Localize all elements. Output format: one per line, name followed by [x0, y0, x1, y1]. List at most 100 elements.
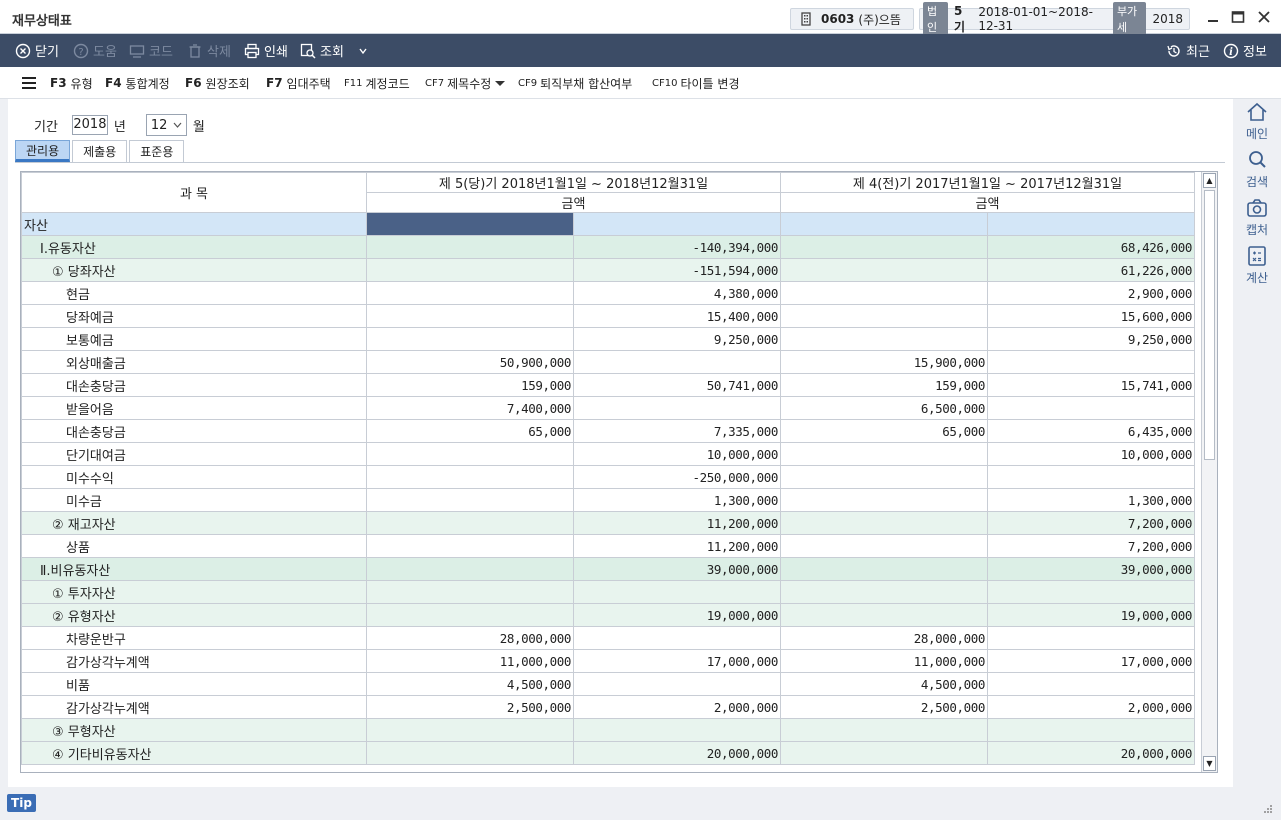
current-detail-cell[interactable]	[366, 557, 574, 581]
prior-detail-cell[interactable]: 11,000,000	[780, 649, 988, 673]
prior-detail-cell[interactable]: 159,000	[780, 373, 988, 397]
table-row[interactable]: ① 당좌자산 -151,594,000 61,226,000	[21, 258, 1195, 282]
f3-type-button[interactable]: F3 유형	[50, 67, 93, 99]
current-detail-cell[interactable]: 50,900,000	[366, 350, 574, 374]
balance-sheet-grid[interactable]: 과 목 제 5(당)기 2018년1월1일 ~ 2018년12월31일 제 4(…	[20, 171, 1218, 773]
current-amount-cell[interactable]: 10,000,000	[573, 442, 781, 466]
prior-detail-cell[interactable]	[780, 718, 988, 742]
current-detail-cell[interactable]	[366, 741, 574, 765]
prior-detail-cell[interactable]	[780, 327, 988, 351]
row-name-cell[interactable]: 대손충당금	[21, 419, 367, 443]
month-select[interactable]: 12	[145, 114, 187, 136]
tab-management[interactable]: 관리용	[15, 140, 71, 162]
table-row[interactable]: 받을어음 7,400,000 6,500,000	[21, 396, 1195, 420]
table-row[interactable]: 현금 4,380,000 2,900,000	[21, 281, 1195, 305]
current-amount-cell[interactable]: 39,000,000	[573, 557, 781, 581]
current-amount-cell[interactable]: 19,000,000	[573, 603, 781, 627]
current-amount-cell[interactable]: 11,200,000	[573, 534, 781, 558]
delete-button[interactable]: 삭제	[187, 34, 231, 67]
prior-amount-cell[interactable]	[987, 718, 1195, 742]
prior-detail-cell[interactable]: 15,900,000	[780, 350, 988, 374]
current-amount-cell[interactable]: 50,741,000	[573, 373, 781, 397]
table-row[interactable]: ① 투자자산	[21, 580, 1195, 604]
prior-amount-cell[interactable]	[987, 626, 1195, 650]
recent-button[interactable]: 최근	[1166, 34, 1210, 67]
prior-detail-cell[interactable]	[780, 442, 988, 466]
row-name-cell[interactable]: ① 당좌자산	[21, 258, 367, 282]
prior-amount-cell[interactable]: 10,000,000	[987, 442, 1195, 466]
prior-amount-cell[interactable]: 2,900,000	[987, 281, 1195, 305]
current-detail-cell[interactable]	[366, 281, 574, 305]
table-row[interactable]: 외상매출금 50,900,000 15,900,000	[21, 350, 1195, 374]
current-amount-cell[interactable]	[573, 350, 781, 374]
f4-integrated-account-button[interactable]: F4 통합계정	[105, 67, 170, 99]
tip-button[interactable]: Tip	[7, 794, 36, 812]
row-name-cell[interactable]: 당좌예금	[21, 304, 367, 328]
row-name-cell[interactable]: 받을어음	[21, 396, 367, 420]
row-name-cell[interactable]: 자산	[21, 212, 367, 236]
row-name-cell[interactable]: ② 유형자산	[21, 603, 367, 627]
vertical-scrollbar[interactable]: ▲ ▼	[1201, 172, 1217, 772]
table-row[interactable]: Ⅱ.비유동자산 39,000,000 39,000,000	[21, 557, 1195, 581]
rail-main-button[interactable]: 메인	[1238, 101, 1276, 142]
scroll-down-icon[interactable]: ▼	[1203, 756, 1216, 771]
row-name-cell[interactable]: 비품	[21, 672, 367, 696]
row-name-cell[interactable]: 보통예금	[21, 327, 367, 351]
table-row[interactable]: 대손충당금 65,000 7,335,000 65,000 6,435,000	[21, 419, 1195, 443]
table-row[interactable]: 감가상각누계액 11,000,000 17,000,000 11,000,000 17,…	[21, 649, 1195, 673]
prior-detail-cell[interactable]	[780, 603, 988, 627]
prior-detail-cell[interactable]	[780, 511, 988, 535]
current-detail-cell[interactable]	[366, 465, 574, 489]
current-amount-cell[interactable]: 7,335,000	[573, 419, 781, 443]
current-amount-cell[interactable]	[573, 212, 781, 236]
prior-amount-cell[interactable]	[987, 212, 1195, 236]
prior-detail-cell[interactable]: 4,500,000	[780, 672, 988, 696]
prior-amount-cell[interactable]: 68,426,000	[987, 235, 1195, 259]
row-name-cell[interactable]: ③ 무형자산	[21, 718, 367, 742]
table-row[interactable]: ② 유형자산 19,000,000 19,000,000	[21, 603, 1195, 627]
prior-detail-cell[interactable]	[780, 488, 988, 512]
current-detail-cell[interactable]	[366, 442, 574, 466]
current-detail-cell[interactable]: 159,000	[366, 373, 574, 397]
current-detail-cell[interactable]	[366, 603, 574, 627]
close-button[interactable]: 닫기	[15, 34, 59, 67]
row-name-cell[interactable]: 차량운반구	[21, 626, 367, 650]
row-name-cell[interactable]: 외상매출금	[21, 350, 367, 374]
fiscal-period-selector[interactable]: 법인 5기 2018-01-01~2018-12-31 부가세 2018	[919, 2, 1190, 36]
prior-amount-cell[interactable]	[987, 350, 1195, 374]
prior-detail-cell[interactable]	[780, 235, 988, 259]
menu-icon[interactable]	[22, 77, 36, 89]
prior-amount-cell[interactable]	[987, 396, 1195, 420]
maximize-icon[interactable]	[1229, 9, 1247, 25]
table-row[interactable]: ② 재고자산 11,200,000 7,200,000	[21, 511, 1195, 535]
current-detail-cell[interactable]	[366, 534, 574, 558]
current-amount-cell[interactable]	[573, 580, 781, 604]
table-row[interactable]: ④ 기타비유동자산 20,000,000 20,000,000	[21, 741, 1195, 765]
prior-amount-cell[interactable]: 2,000,000	[987, 695, 1195, 719]
current-amount-cell[interactable]: 9,250,000	[573, 327, 781, 351]
row-name-cell[interactable]: ① 투자자산	[21, 580, 367, 604]
cf10-title-change-button[interactable]: CF10 타이틀 변경	[652, 67, 739, 99]
scroll-thumb[interactable]	[1204, 190, 1215, 460]
tab-submission[interactable]: 제출용	[72, 140, 128, 162]
row-name-cell[interactable]: ② 재고자산	[21, 511, 367, 535]
prior-detail-cell[interactable]: 65,000	[780, 419, 988, 443]
current-detail-cell[interactable]: 11,000,000	[366, 649, 574, 673]
prior-detail-cell[interactable]	[780, 534, 988, 558]
prior-detail-cell[interactable]	[780, 304, 988, 328]
prior-detail-cell[interactable]: 2,500,000	[780, 695, 988, 719]
row-name-cell[interactable]: 감가상각누계액	[21, 695, 367, 719]
prior-detail-cell[interactable]	[780, 557, 988, 581]
code-button[interactable]: 코드	[129, 34, 173, 67]
tab-standard[interactable]: 표준용	[129, 140, 185, 162]
current-detail-cell[interactable]	[366, 488, 574, 512]
current-amount-cell[interactable]: 15,400,000	[573, 304, 781, 328]
prior-detail-cell[interactable]	[780, 741, 988, 765]
table-row[interactable]: 대손충당금 159,000 50,741,000 159,000 15,741,000	[21, 373, 1195, 397]
table-row[interactable]: 차량운반구 28,000,000 28,000,000	[21, 626, 1195, 650]
current-amount-cell[interactable]: 4,380,000	[573, 281, 781, 305]
current-detail-cell[interactable]: 28,000,000	[366, 626, 574, 650]
f6-ledger-button[interactable]: F6 원장조회	[185, 67, 250, 99]
prior-amount-cell[interactable]: 9,250,000	[987, 327, 1195, 351]
row-name-cell[interactable]: 감가상각누계액	[21, 649, 367, 673]
